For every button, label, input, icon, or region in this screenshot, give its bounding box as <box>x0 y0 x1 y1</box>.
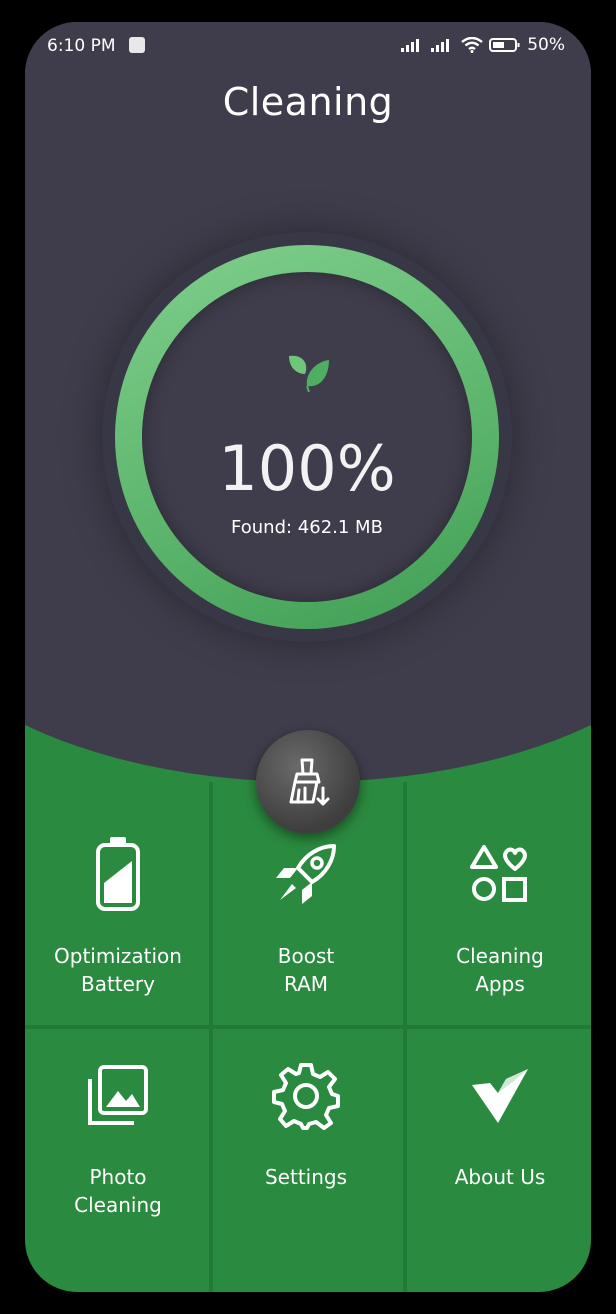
menu-label: Battery <box>80 972 155 996</box>
progress-percent: 100% <box>218 432 396 505</box>
status-time: 6:10 PM <box>47 36 116 56</box>
battery-icon <box>96 837 140 911</box>
menu-label: RAM <box>283 972 329 996</box>
menu-label: Cleaning <box>456 944 544 968</box>
notification-app-icon <box>129 37 145 53</box>
broom-icon <box>289 758 330 806</box>
menu-label: Boost <box>277 944 335 968</box>
menu-label: Optimization <box>54 944 182 968</box>
progress-ring-track: 100% Found: 462.1 MB <box>115 245 499 629</box>
status-icons: 50% <box>401 35 565 55</box>
menu-label: About Us <box>454 1165 546 1189</box>
menu-label: Apps <box>475 972 525 996</box>
progress-ring: 100% Found: 462.1 MB <box>102 232 512 642</box>
shapes-icon <box>470 845 527 902</box>
rocket-icon <box>276 844 336 904</box>
menu-grid: Optimization Battery Boost RAM Cleaning … <box>25 782 591 1292</box>
battery-status-icon <box>489 38 520 52</box>
menu-label: Settings <box>264 1165 348 1189</box>
found-size: Found: 462.1 MB <box>231 517 383 538</box>
photos-icon <box>88 1065 148 1125</box>
menu-item-cleaning-apps[interactable]: Cleaning Apps <box>407 782 591 1027</box>
gear-icon <box>272 1063 340 1130</box>
status-bar: 6:10 PM 50% <box>25 22 591 68</box>
signal-icon <box>401 39 420 52</box>
logo-icon <box>472 1069 528 1123</box>
menu-item-photo-cleaning[interactable]: Photo Cleaning <box>25 1029 211 1274</box>
clean-button[interactable] <box>256 730 360 834</box>
menu-item-optimization-battery[interactable]: Optimization Battery <box>25 782 211 1027</box>
menu-label: Photo <box>89 1165 147 1189</box>
menu-item-about-us[interactable]: About Us <box>407 1029 591 1274</box>
leaf-icon <box>289 355 329 392</box>
menu-label: Cleaning <box>74 1193 162 1217</box>
wifi-icon <box>461 37 483 53</box>
page-title: Cleaning <box>222 80 394 124</box>
phone-screen: 6:10 PM 50% Cleaning 100% Found: 462.1 M… <box>25 22 591 1292</box>
menu-item-settings[interactable]: Settings <box>213 1029 399 1274</box>
signal-icon <box>431 39 450 52</box>
battery-percent: 50% <box>527 35 565 55</box>
progress-ring-center: 100% Found: 462.1 MB <box>142 272 472 602</box>
